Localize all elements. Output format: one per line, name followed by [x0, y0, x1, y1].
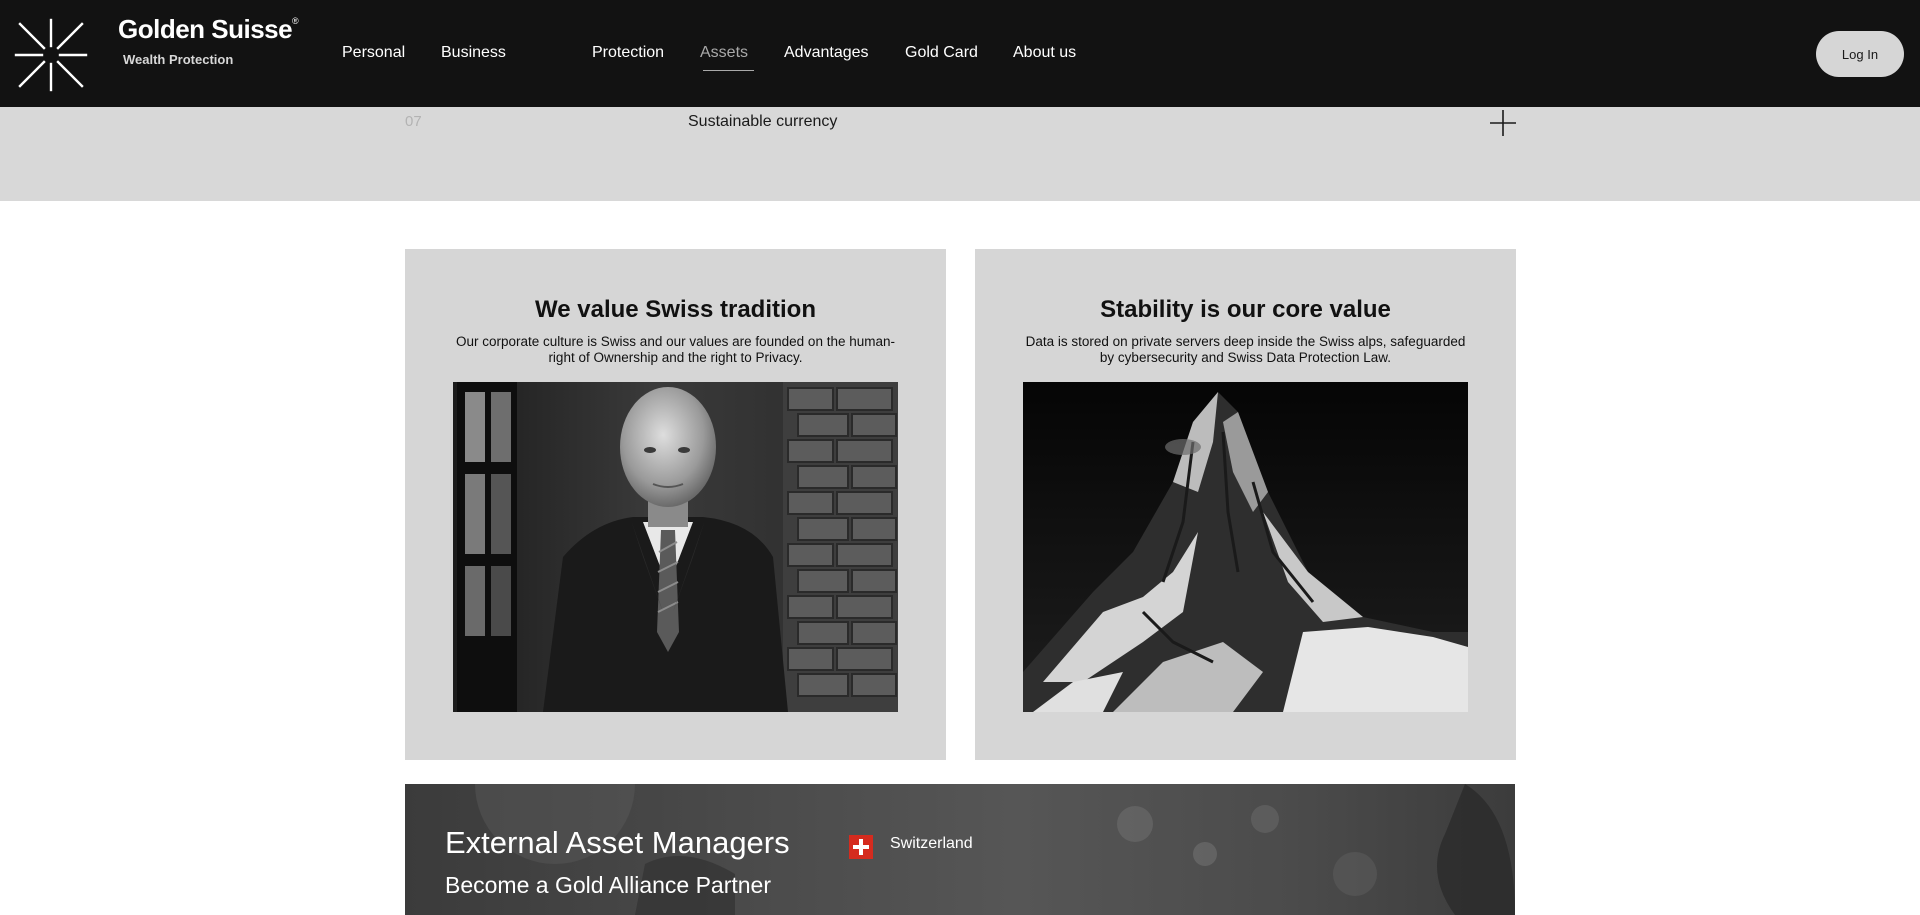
banner-subtitle[interactable]: Become a Gold Alliance Partner — [445, 872, 771, 899]
nav-about-us[interactable]: About us — [1013, 44, 1076, 62]
brand-name[interactable]: Golden Suisse — [118, 14, 293, 45]
card-stability: Stability is our core value Data is stor… — [975, 249, 1516, 760]
nav-assets[interactable]: Assets — [700, 44, 748, 62]
country-selector[interactable]: Switzerland — [890, 835, 973, 853]
portrait-image — [453, 382, 898, 712]
accordion-item[interactable]: 07 Sustainable currency — [0, 107, 1920, 201]
nav-active-underline — [703, 70, 754, 71]
registered-mark: ® — [292, 16, 299, 26]
asset-managers-banner[interactable]: External Asset Managers Become a Gold Al… — [405, 784, 1515, 915]
card-text: Our corporate culture is Swiss and our v… — [456, 334, 895, 365]
nav-personal[interactable]: Personal — [342, 44, 405, 62]
card-text: Data is stored on private servers deep i… — [1025, 334, 1466, 365]
card-title: Stability is our core value — [1100, 296, 1391, 323]
mountain-image — [1023, 382, 1468, 712]
banner-title: External Asset Managers — [445, 825, 790, 860]
brand-tagline: Wealth Protection — [123, 52, 234, 67]
site-header: Golden Suisse ® Wealth Protection Person… — [0, 0, 1920, 107]
card-swiss-tradition: We value Swiss tradition Our corporate c… — [405, 249, 946, 760]
logo-star-icon[interactable] — [14, 18, 88, 92]
login-button[interactable]: Log In — [1816, 31, 1904, 77]
nav-business[interactable]: Business — [441, 44, 506, 62]
nav-gold-card[interactable]: Gold Card — [905, 44, 978, 62]
accordion-title[interactable]: Sustainable currency — [688, 113, 837, 131]
card-title: We value Swiss tradition — [535, 296, 816, 323]
plus-icon[interactable] — [1489, 109, 1517, 137]
nav-protection[interactable]: Protection — [592, 44, 664, 62]
page: Golden Suisse ® Wealth Protection Person… — [0, 0, 1920, 915]
accordion-number: 07 — [405, 113, 422, 130]
swiss-flag-icon[interactable] — [849, 835, 873, 859]
nav-advantages[interactable]: Advantages — [784, 44, 869, 62]
